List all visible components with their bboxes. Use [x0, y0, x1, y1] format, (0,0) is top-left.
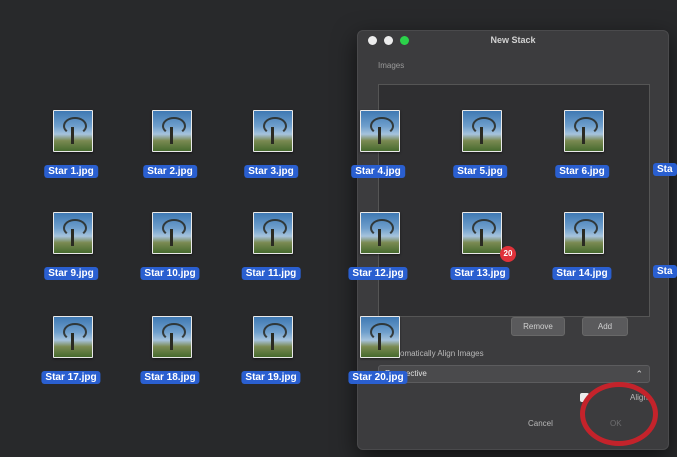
file-icon[interactable]: Star 18.jpg	[128, 316, 212, 388]
file-name[interactable]: Star 19.jpg	[241, 371, 301, 384]
file-icon[interactable]: Star 17.jpg	[29, 316, 113, 388]
file-name[interactable]: Star 11.jpg	[241, 267, 301, 280]
file-icon[interactable]: Star 19.jpg	[229, 316, 313, 388]
file-name[interactable]: Star 17.jpg	[41, 371, 101, 384]
file-name[interactable]: Star 20.jpg	[348, 371, 408, 384]
dialog-title: New Stack	[490, 35, 536, 45]
image-thumbnail	[253, 212, 293, 254]
file-name-partial[interactable]: Sta	[653, 163, 677, 176]
image-thumbnail	[360, 316, 400, 358]
file-icon[interactable]: Star 11.jpg	[229, 212, 313, 284]
file-icon[interactable]: Star 2.jpg	[128, 110, 212, 182]
annotation-circle	[580, 382, 658, 446]
file-icon[interactable]: Star 9.jpg	[29, 212, 113, 284]
file-icon[interactable]: Star 10.jpg	[128, 212, 212, 284]
file-name[interactable]: Star 1.jpg	[44, 165, 98, 178]
image-thumbnail	[253, 316, 293, 358]
cancel-button[interactable]: Cancel	[528, 419, 553, 428]
image-thumbnail	[152, 212, 192, 254]
image-thumbnail	[152, 316, 192, 358]
file-icon[interactable]: Star 20.jpg	[336, 316, 420, 388]
file-name[interactable]: Star 18.jpg	[140, 371, 200, 384]
file-name[interactable]: Star 13.jpg	[450, 267, 510, 280]
file-name[interactable]: Star 14.jpg	[552, 267, 612, 280]
image-thumbnail	[53, 316, 93, 358]
image-thumbnail	[53, 110, 93, 152]
file-icon[interactable]: Star 1.jpg	[29, 110, 113, 182]
title-bar: New Stack	[358, 31, 668, 51]
image-thumbnail	[360, 110, 400, 152]
file-name[interactable]: Star 3.jpg	[244, 165, 298, 178]
image-thumbnail	[360, 212, 400, 254]
image-thumbnail	[462, 110, 502, 152]
add-button[interactable]: Add	[582, 317, 628, 336]
file-name[interactable]: Star 6.jpg	[555, 165, 609, 178]
file-name[interactable]: Star 5.jpg	[453, 165, 507, 178]
image-thumbnail	[564, 212, 604, 254]
image-thumbnail	[253, 110, 293, 152]
file-name-partial[interactable]: Sta	[653, 265, 677, 278]
file-name[interactable]: Star 4.jpg	[351, 165, 405, 178]
file-icon[interactable]: Star 14.jpg	[540, 212, 624, 284]
file-name[interactable]: Star 12.jpg	[348, 267, 408, 280]
remove-button[interactable]: Remove	[511, 317, 565, 336]
file-icon[interactable]: Star 3.jpg	[229, 110, 313, 182]
file-icon[interactable]: Star 4.jpg	[336, 110, 420, 182]
image-thumbnail	[53, 212, 93, 254]
images-label: Images	[378, 61, 405, 70]
file-name[interactable]: Star 2.jpg	[143, 165, 197, 178]
image-thumbnail	[152, 110, 192, 152]
file-icon[interactable]: Star 5.jpg	[438, 110, 522, 182]
chevron-updown-icon: ⌃	[635, 369, 643, 379]
drag-count-badge: 20	[500, 246, 516, 262]
file-name[interactable]: Star 10.jpg	[140, 267, 200, 280]
file-icon[interactable]: Star 6.jpg	[540, 110, 624, 182]
image-thumbnail	[564, 110, 604, 152]
image-thumbnail	[462, 212, 502, 254]
file-name[interactable]: Star 9.jpg	[44, 267, 98, 280]
file-icon[interactable]: Star 12.jpg	[336, 212, 420, 284]
